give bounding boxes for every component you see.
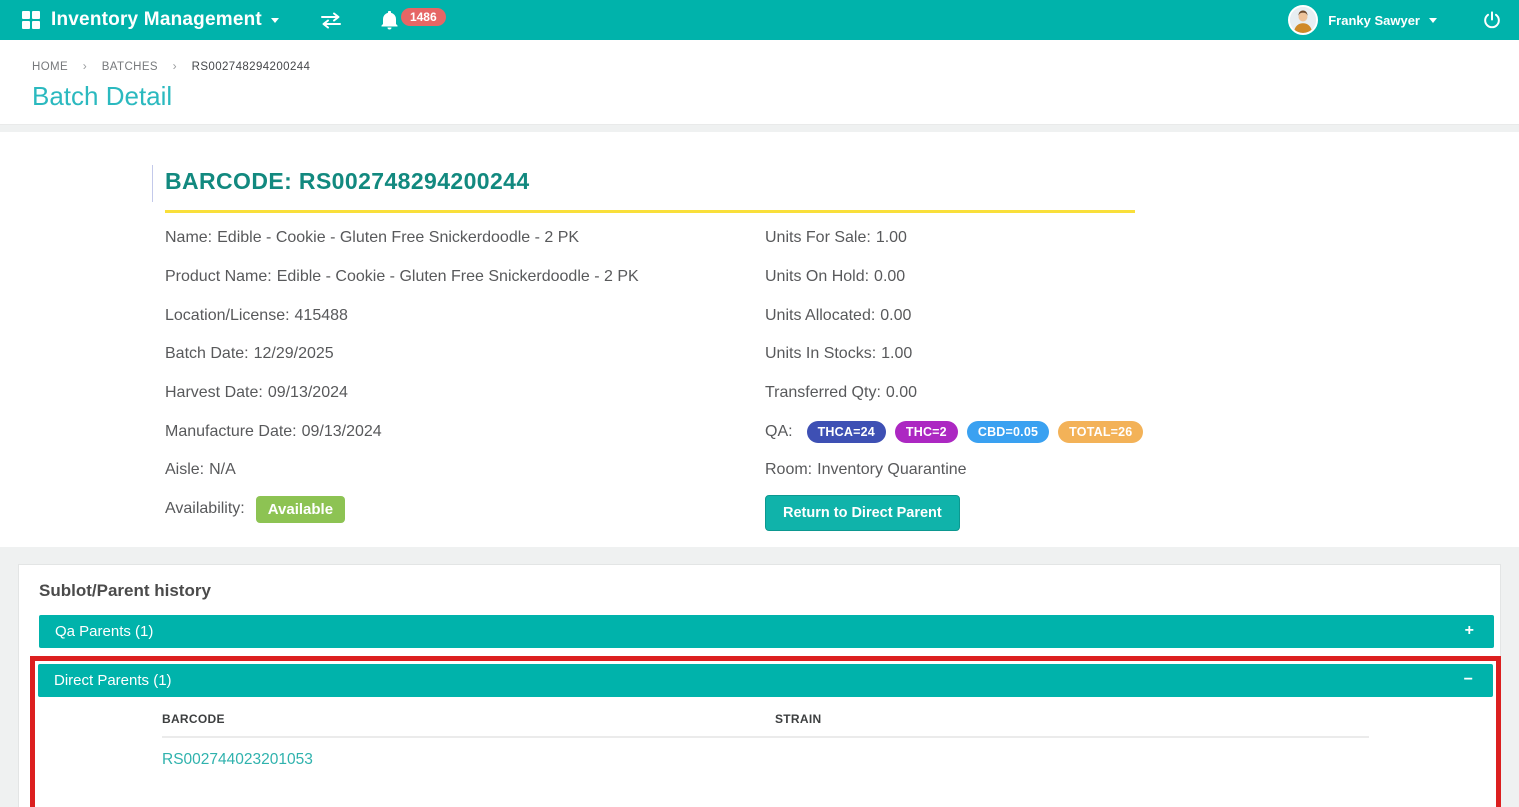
field-label: Units For Sale:	[765, 229, 871, 247]
field-value: Edible - Cookie - Gluten Free Snickerdoo…	[276, 268, 639, 286]
field-label: Harvest Date:	[165, 384, 263, 402]
parent-barcode-link[interactable]: RS002744023201053	[162, 751, 313, 768]
field-label: Units In Stocks:	[765, 345, 877, 363]
batch-detail-panel: BARCODE: RS002748294200244 Name: Edible …	[0, 132, 1519, 547]
field-label: Units Allocated:	[765, 306, 876, 324]
qa-badge-thc: THC=2	[894, 420, 958, 443]
transfer-arrows-icon[interactable]	[319, 12, 343, 29]
field-value: 0.00	[885, 384, 918, 402]
field-value: N/A	[209, 461, 236, 479]
chevron-down-icon	[1429, 18, 1437, 27]
field-value: 09/13/2024	[267, 384, 348, 402]
plus-icon[interactable]: +	[1465, 622, 1474, 640]
field-value: 415488	[294, 306, 348, 324]
qa-badge-total: TOTAL=26	[1058, 420, 1144, 443]
accordion-label: Qa Parents (1)	[55, 622, 154, 640]
detail-right-column: Units For Sale: 1.00 Units On Hold: 0.00…	[765, 219, 1489, 531]
field-label: Batch Date:	[165, 345, 249, 363]
field-units-in-stocks: Units In Stocks: 1.00	[765, 335, 1489, 374]
breadcrumb-section: HOME › BATCHES › RS002748294200244 Batch…	[0, 40, 1519, 125]
chevron-down-icon[interactable]	[270, 18, 279, 27]
breadcrumb-batches[interactable]: BATCHES	[102, 61, 158, 73]
availability-badge: Available	[255, 495, 346, 523]
field-label: Availability:	[165, 500, 245, 518]
field-value: 1.00	[875, 229, 907, 247]
user-menu[interactable]: Franky Sawyer	[1288, 5, 1437, 35]
top-navbar: Inventory Management 1486 Franky Sawyer	[0, 0, 1519, 40]
field-value: Edible - Cookie - Gluten Free Snickerdoo…	[217, 229, 580, 247]
field-units-for-sale: Units For Sale: 1.00	[765, 219, 1489, 258]
accordion-qa-parents[interactable]: Qa Parents (1) +	[39, 614, 1494, 648]
field-value: 09/13/2024	[301, 422, 382, 440]
field-value: 1.00	[881, 345, 913, 363]
detail-left-column: Name: Edible - Cookie - Gluten Free Snic…	[165, 219, 765, 531]
breadcrumb-separator: ›	[172, 59, 178, 73]
field-room: Room: Inventory Quarantine	[765, 451, 1489, 490]
qa-badge-thca: THCA=24	[806, 420, 886, 443]
field-label: Manufacture Date:	[165, 422, 297, 440]
return-to-direct-parent-button[interactable]: Return to Direct Parent	[765, 494, 960, 531]
field-label: Location/License:	[165, 306, 290, 324]
field-batch-date: Batch Date: 12/29/2025	[165, 335, 765, 374]
notifications-bell-icon	[381, 10, 398, 30]
direct-parents-table-zone: BARCODE STRAIN RS002744023201053	[162, 696, 1369, 769]
table-row: RS002744023201053	[162, 737, 1369, 769]
app-grid-icon[interactable]	[22, 11, 40, 29]
annotation-highlight-box: Direct Parents (1) − BARCODE STRAIN RS00…	[30, 655, 1501, 807]
accordion-direct-parents[interactable]: Direct Parents (1) −	[38, 663, 1493, 697]
direct-parents-table: BARCODE STRAIN RS002744023201053	[162, 696, 1369, 769]
sublot-parent-history-card: Sublot/Parent history Qa Parents (1) + D…	[18, 563, 1501, 807]
accordion-label: Direct Parents (1)	[54, 671, 172, 689]
field-value: 0.00	[880, 306, 912, 324]
field-aisle: Aisle: N/A	[165, 451, 765, 490]
breadcrumb: HOME › BATCHES › RS002748294200244	[32, 59, 1519, 73]
field-availability: Availability: Available	[165, 490, 765, 529]
barcode-heading: BARCODE: RS002748294200244	[165, 168, 530, 194]
field-label: QA:	[765, 422, 793, 440]
field-qa: QA: THCA=24 THC=2 CBD=0.05 TOTAL=26	[765, 412, 1489, 451]
power-logout-icon[interactable]	[1483, 11, 1501, 29]
field-label: Room:	[765, 461, 813, 479]
field-value: 0.00	[874, 268, 906, 286]
field-value: 12/29/2025	[253, 345, 334, 363]
column-header-barcode: BARCODE	[162, 696, 775, 738]
field-label: Product Name:	[165, 268, 272, 286]
heading-underline	[165, 210, 1135, 213]
field-location-license: Location/License: 415488	[165, 296, 765, 335]
field-label: Name:	[165, 229, 213, 247]
field-label: Units On Hold:	[765, 268, 870, 286]
breadcrumb-home[interactable]: HOME	[32, 61, 68, 73]
page-title: Batch Detail	[32, 81, 173, 111]
app-title[interactable]: Inventory Management	[51, 9, 262, 31]
qa-badge-cbd: CBD=0.05	[966, 420, 1050, 443]
history-title: Sublot/Parent history	[39, 580, 211, 600]
avatar	[1288, 5, 1319, 35]
field-units-allocated: Units Allocated: 0.00	[765, 296, 1489, 335]
user-name: Franky Sawyer	[1328, 12, 1420, 28]
notification-count-badge: 1486	[400, 8, 446, 26]
breadcrumb-separator: ›	[82, 59, 88, 73]
field-name: Name: Edible - Cookie - Gluten Free Snic…	[165, 219, 765, 258]
notifications-button[interactable]: 1486	[381, 8, 446, 30]
field-manufacture-date: Manufacture Date: 09/13/2024	[165, 412, 765, 451]
breadcrumb-current-barcode: RS002748294200244	[191, 61, 311, 73]
field-product-name: Product Name: Edible - Cookie - Gluten F…	[165, 258, 765, 297]
field-value: Inventory Quarantine	[817, 461, 967, 479]
strain-cell	[775, 737, 1369, 769]
section-divider	[0, 125, 1519, 132]
field-label: Transferred Qty:	[765, 384, 881, 402]
column-header-strain: STRAIN	[775, 696, 1369, 738]
field-units-on-hold: Units On Hold: 0.00	[765, 258, 1489, 297]
minus-icon[interactable]: −	[1464, 671, 1473, 689]
field-harvest-date: Harvest Date: 09/13/2024	[165, 374, 765, 413]
field-label: Aisle:	[165, 461, 205, 479]
field-transferred-qty: Transferred Qty: 0.00	[765, 374, 1489, 413]
panel-edge-divider	[152, 165, 153, 202]
panel-empty-space	[38, 769, 1493, 807]
